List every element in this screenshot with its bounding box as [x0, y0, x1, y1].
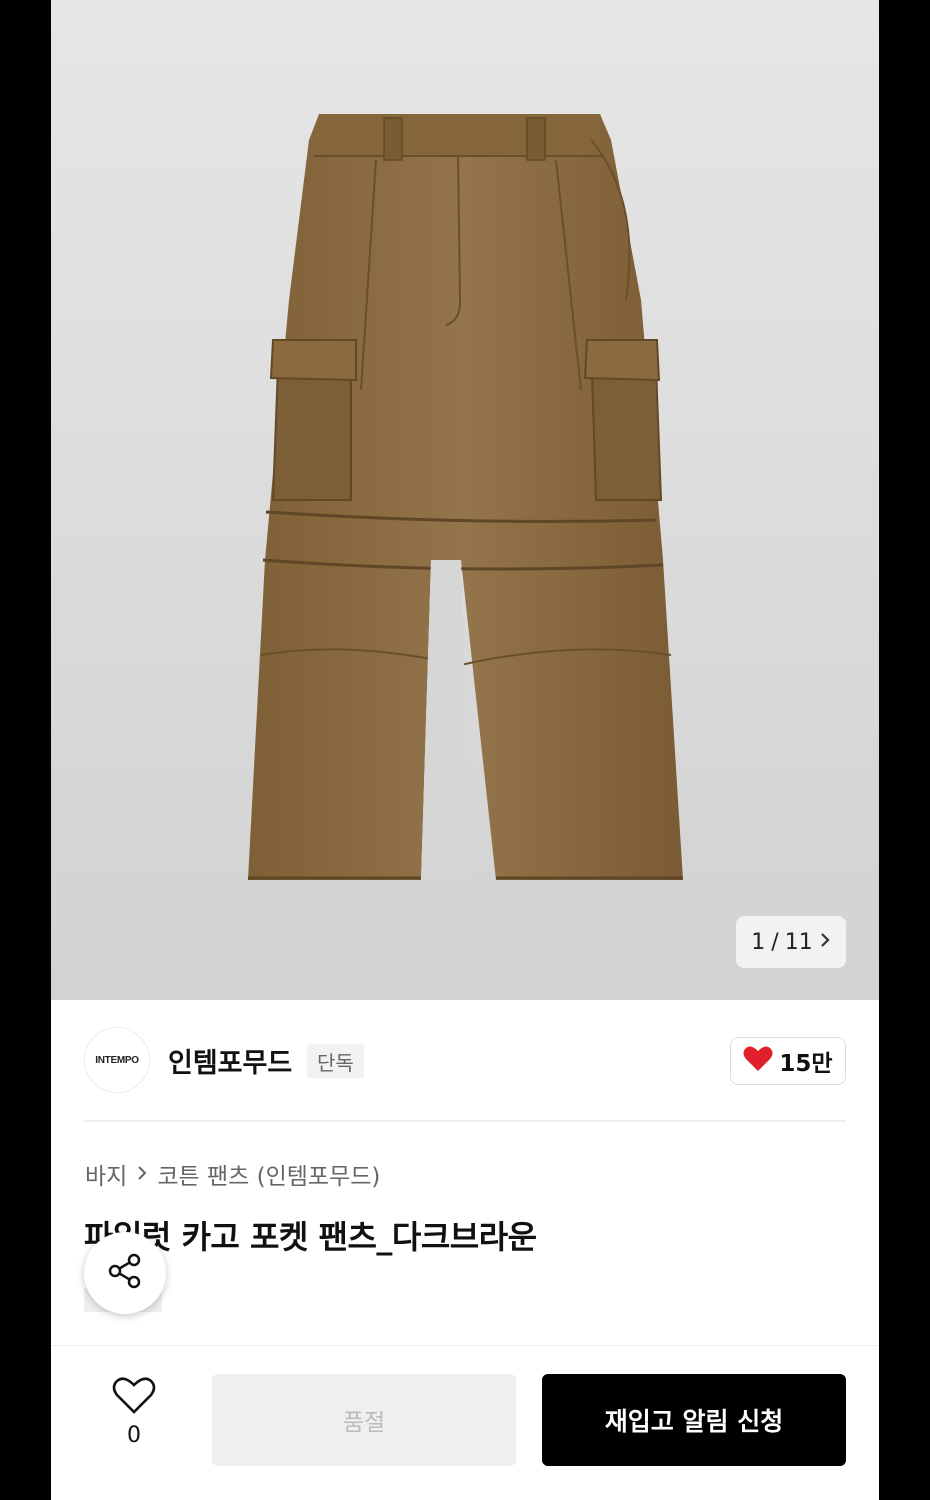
brand-row: INTEMPO 인템포무드 단독 15만 [51, 1025, 879, 1097]
image-counter-total: 11 [784, 929, 813, 955]
breadcrumb-category[interactable]: 바지 [85, 1157, 127, 1191]
soldout-button: 품절 [212, 1374, 516, 1466]
restock-alert-button[interactable]: 재입고 알림 신청 [542, 1374, 846, 1466]
image-counter-separator: / [771, 929, 779, 955]
brand-name[interactable]: 인템포무드 [168, 1041, 292, 1080]
breadcrumb-subcategory[interactable]: 코튼 팬츠 (인템포무드) [157, 1157, 380, 1191]
product-image [51, 0, 879, 1000]
exclusive-badge: 단독 [307, 1044, 364, 1078]
chevron-right-icon [137, 1161, 147, 1187]
heart-filled-icon [743, 1045, 773, 1078]
chevron-right-icon [819, 930, 831, 955]
bottom-bar-divider [51, 1345, 879, 1346]
share-icon [105, 1251, 145, 1295]
product-page: 1 / 11 INTEMPO 인템포무드 단독 15만 바지 코튼 팬츠 (인템… [51, 0, 879, 1500]
share-button[interactable] [84, 1232, 166, 1314]
wishlist-button[interactable]: 0 [101, 1375, 167, 1448]
brand-like-count: 15만 [779, 1051, 833, 1077]
image-counter-current: 1 [751, 929, 766, 955]
breadcrumb: 바지 코튼 팬츠 (인템포무드) [85, 1157, 380, 1191]
product-image-gallery[interactable]: 1 / 11 [51, 0, 879, 1000]
brand-like-button[interactable]: 15만 [730, 1037, 846, 1085]
wishlist-count: 0 [127, 1423, 141, 1448]
image-counter[interactable]: 1 / 11 [736, 916, 846, 968]
brand-logo[interactable]: INTEMPO [84, 1027, 150, 1093]
heart-outline-icon [112, 1377, 156, 1419]
brand-logo-text: INTEMPO [95, 1054, 139, 1066]
section-divider [84, 1120, 846, 1122]
